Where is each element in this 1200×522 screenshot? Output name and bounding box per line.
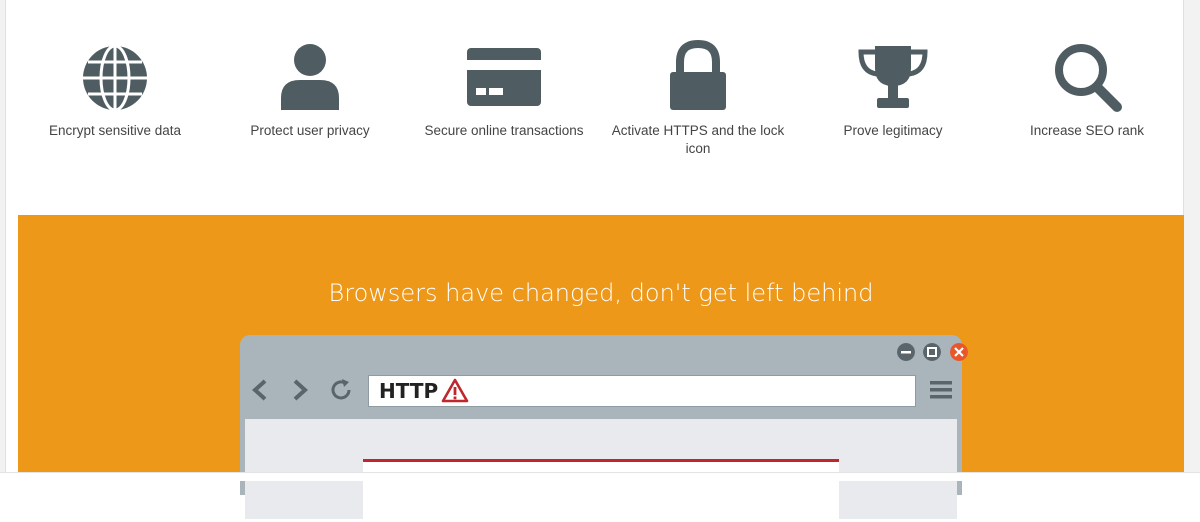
user-icon bbox=[281, 44, 339, 110]
feature-label: Protect user privacy bbox=[250, 123, 370, 138]
warning-icon bbox=[441, 378, 469, 403]
credit-card-icon bbox=[467, 48, 541, 106]
feature-transactions: Secure online transactions bbox=[409, 38, 599, 140]
browser-content bbox=[245, 419, 957, 522]
feature-label: Prove legitimacy bbox=[843, 123, 943, 138]
feature-label: Increase SEO rank bbox=[1029, 123, 1145, 138]
address-text: HTTP bbox=[379, 379, 439, 403]
feature-legitimacy: Prove legitimacy bbox=[798, 38, 988, 140]
feature-label: Secure online transactions bbox=[424, 123, 584, 138]
browser-change-banner: Browsers have changed, don't get left be… bbox=[18, 215, 1184, 522]
feature-seo: Increase SEO rank bbox=[992, 38, 1182, 140]
search-icon bbox=[1055, 44, 1122, 112]
feature-label: Activate HTTPS and the lock icon bbox=[611, 123, 785, 156]
features-row: Encrypt sensitive data Protect user priv… bbox=[0, 0, 1200, 215]
reload-icon bbox=[331, 379, 351, 400]
feature-https: Activate HTTPS and the lock icon bbox=[603, 38, 793, 158]
close-icon bbox=[950, 343, 968, 361]
feature-encrypt: Encrypt sensitive data bbox=[20, 38, 210, 140]
feature-privacy: Protect user privacy bbox=[215, 38, 405, 140]
address-bar: HTTP bbox=[368, 375, 916, 407]
lock-icon bbox=[670, 39, 726, 110]
menu-icon bbox=[930, 381, 952, 399]
maximize-icon bbox=[923, 343, 941, 361]
minimize-icon bbox=[897, 343, 915, 361]
browser-illustration: HTTP bbox=[240, 335, 968, 522]
forward-icon bbox=[293, 379, 308, 401]
back-icon bbox=[252, 379, 267, 401]
warning-box bbox=[363, 462, 839, 522]
banner-title: Browsers have changed, don't get left be… bbox=[328, 279, 874, 307]
feature-label: Encrypt sensitive data bbox=[48, 123, 182, 138]
globe-icon bbox=[83, 44, 147, 112]
trophy-icon bbox=[858, 46, 928, 108]
